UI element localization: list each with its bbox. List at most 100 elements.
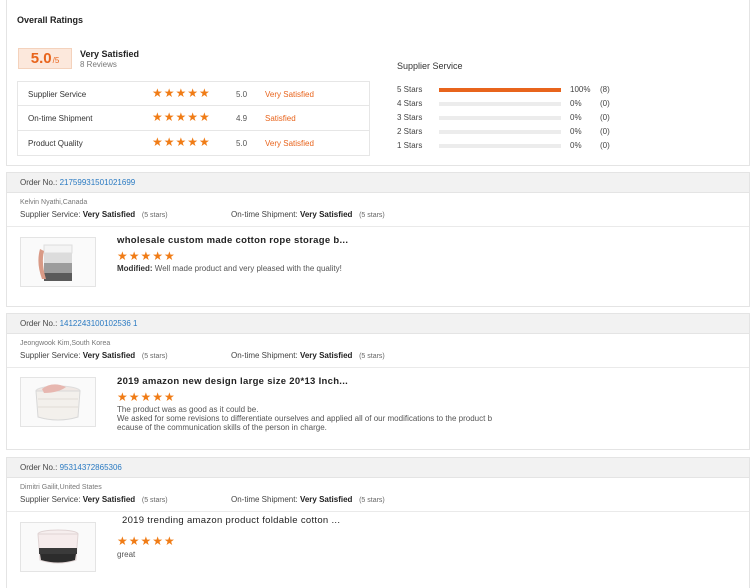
category-ratings-table: Supplier Service ★★★★★ 5.0 Very Satisfie… [17,81,370,156]
distribution-bar-fill [439,88,561,92]
order-review-card: Order No.: 1412243100102536 1 Jeongwook … [6,313,750,450]
order-number-link[interactable]: 21759931501021699 [60,178,136,187]
ontime-shipment-rating: On-time Shipment: Very Satisfied (5 star… [231,495,385,504]
supplier-service-label: Supplier Service: [20,210,81,219]
distribution-count: (0) [600,113,610,122]
review-comment-text: great [117,550,136,559]
ontime-shipment-rating: On-time Shipment: Very Satisfied (5 star… [231,210,385,219]
distribution-count: (8) [600,85,610,94]
category-score: 5.0 [236,90,248,99]
distribution-label: 3 Stars [397,113,423,122]
star-distribution: 5 Stars 100% (8) 4 Stars 0% (0) 3 Stars … [397,83,657,153]
order-review-card: Order No.: 21759931501021699 Kelvin Nyat… [6,172,750,307]
overall-label: Very Satisfied [80,49,140,59]
product-thumbnail[interactable] [20,237,96,287]
review-comment-line: ecause of the communication skills of th… [117,423,327,432]
distribution-count: (0) [600,99,610,108]
reviewer-name: Kelvin Nyathi,Canada [20,199,88,206]
category-name: On-time Shipment [28,114,93,123]
reviewer-name: Jeongwook Kim,South Korea [20,340,111,347]
distribution-title: Supplier Service [397,61,463,71]
star-rating-icon: ★★★★★ [152,86,211,100]
ontime-shipment-stars: (5 stars) [359,212,385,219]
product-thumbnail[interactable] [20,522,96,572]
star-rating-icon: ★★★★★ [152,135,211,149]
distribution-row: 1 Stars 0% (0) [397,139,657,153]
distribution-bar [439,88,561,92]
reviewer-name: Dimitri Gailit,United States [20,484,102,491]
divider [7,226,749,227]
order-number-link[interactable]: 1412243100102536 1 [60,319,138,328]
product-title[interactable]: wholesale custom made cotton rope storag… [117,235,348,246]
distribution-bar [439,102,561,106]
category-score: 4.9 [236,114,248,123]
distribution-row: 4 Stars 0% (0) [397,97,657,111]
star-rating-icon: ★★★★★ [152,110,211,124]
category-score: 5.0 [236,139,248,148]
category-label: Very Satisfied [265,90,314,99]
review-comment: Modified: Well made product and very ple… [117,264,617,273]
supplier-service-value: Very Satisfied [82,210,136,219]
overall-score-badge: 5.0/5 [18,48,72,69]
distribution-bar [439,130,561,134]
modified-label: Modified: [117,264,153,273]
order-header: Order No.: 1412243100102536 1 [7,314,749,334]
review-comment-text: Well made product and very pleased with … [154,264,342,273]
overall-score: 5.0 [30,50,52,67]
supplier-service-rating: Supplier Service: Very Satisfied (5 star… [20,495,168,504]
divider [7,511,749,512]
review-count: 8 Reviews [80,60,117,69]
distribution-percent: 0% [570,113,582,122]
review-comment: The product was as good as it could be. … [117,405,617,432]
divider [7,367,749,368]
distribution-label: 4 Stars [397,99,423,108]
order-review-card: Order No.: 95314372865306 Dimitri Gailit… [6,457,750,588]
rope-basket-image [37,529,79,564]
ontime-shipment-label: On-time Shipment: [231,495,298,504]
distribution-percent: 0% [570,127,582,136]
distribution-percent: 0% [570,99,582,108]
product-title[interactable]: 2019 amazon new design large size 20*13 … [117,376,348,387]
supplier-service-rating: Supplier Service: Very Satisfied (5 star… [20,210,168,219]
category-label: Satisfied [265,114,296,123]
ontime-shipment-stars: (5 stars) [359,497,385,504]
order-number-link[interactable]: 95314372865306 [60,463,122,472]
supplier-service-stars: (5 stars) [141,497,168,504]
order-header: Order No.: 21759931501021699 [7,173,749,193]
ontime-shipment-label: On-time Shipment: [231,351,298,360]
supplier-service-value: Very Satisfied [82,495,136,504]
overall-ratings-panel: Overall Ratings 5.0/5 Very Satisfied 8 R… [6,0,750,166]
product-title[interactable]: 2019 trending amazon product foldable co… [122,515,340,526]
supplier-service-value: Very Satisfied [82,351,136,360]
supplier-service-rating: Supplier Service: Very Satisfied (5 star… [20,351,168,360]
category-label: Very Satisfied [265,139,314,148]
rope-basket-image [35,384,81,421]
distribution-count: (0) [600,127,610,136]
category-row-supplier-service: Supplier Service ★★★★★ 5.0 Very Satisfie… [17,81,370,106]
supplier-service-label: Supplier Service: [20,495,81,504]
order-no-label: Order No.: [20,319,58,328]
distribution-count: (0) [600,141,610,150]
ontime-shipment-value: Very Satisfied [299,210,353,219]
supplier-service-stars: (5 stars) [141,212,168,219]
order-header: Order No.: 95314372865306 [7,458,749,478]
overall-score-suffix: /5 [52,56,60,65]
ontime-shipment-label: On-time Shipment: [231,210,298,219]
supplier-service-label: Supplier Service: [20,351,81,360]
ontime-shipment-value: Very Satisfied [299,351,353,360]
review-comment-line: The product was as good as it could be. [117,405,259,414]
rope-basket-image [38,244,73,281]
review-comment-line: We asked for some revisions to different… [117,414,493,423]
ontime-shipment-value: Very Satisfied [299,495,353,504]
review-comment: great [117,550,617,559]
distribution-bar [439,116,561,120]
supplier-service-stars: (5 stars) [141,353,168,360]
product-thumbnail[interactable] [20,377,96,427]
distribution-label: 2 Stars [397,127,423,136]
ontime-shipment-rating: On-time Shipment: Very Satisfied (5 star… [231,351,385,360]
overall-ratings-title: Overall Ratings [17,15,84,25]
distribution-row: 2 Stars 0% (0) [397,125,657,139]
category-name: Supplier Service [28,90,87,99]
product-star-rating-icon: ★★★★★ [117,249,176,263]
category-name: Product Quality [28,139,83,148]
